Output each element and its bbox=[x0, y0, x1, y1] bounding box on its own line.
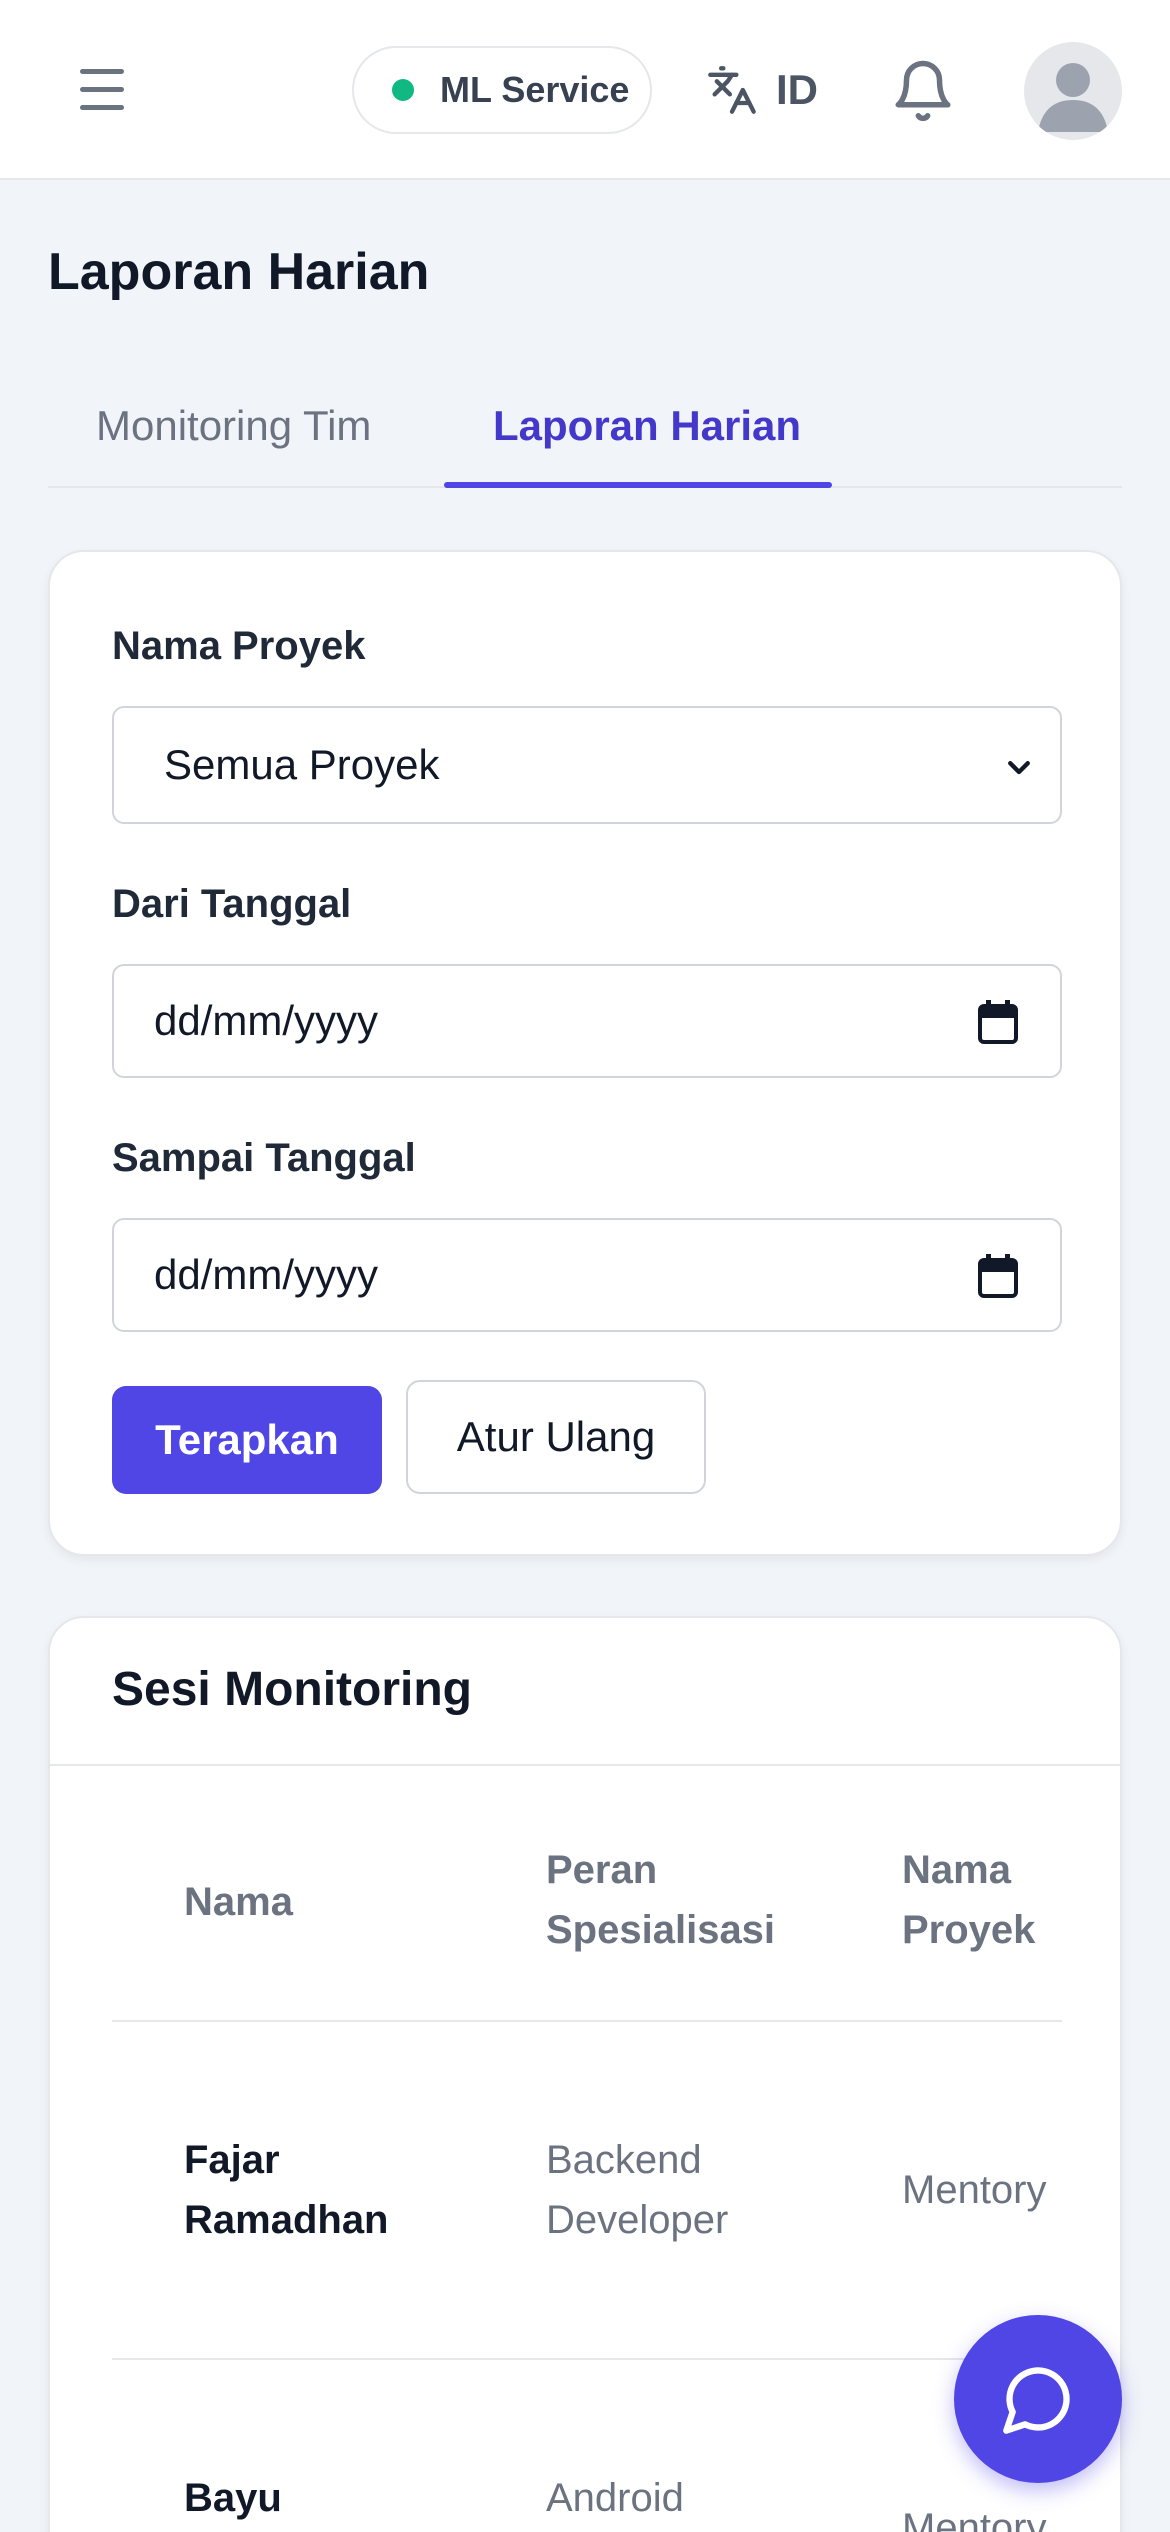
name-line2: Ramadhan bbox=[184, 2198, 389, 2242]
table-row-project: Mentory bbox=[902, 2506, 1047, 2532]
name-line1: Bayu bbox=[184, 2476, 282, 2520]
project-label: Nama Proyek bbox=[112, 624, 366, 668]
name-line1: Fajar bbox=[184, 2138, 280, 2182]
from-date-placeholder: dd/mm/yyyy bbox=[154, 997, 379, 1044]
notifications-button[interactable] bbox=[890, 58, 956, 124]
table-row-role: Backend Developer bbox=[546, 2130, 728, 2250]
tab-laporan-harian[interactable]: Laporan Harian bbox=[493, 402, 801, 450]
project-select[interactable]: Semua Proyek bbox=[112, 706, 1062, 824]
menu-icon[interactable] bbox=[70, 62, 134, 118]
column-header-project-line2: Proyek bbox=[902, 1908, 1036, 1952]
role-line1: Android bbox=[546, 2476, 684, 2520]
table-row-divider bbox=[112, 2358, 1062, 2360]
table-row-name: Fajar Ramadhan bbox=[184, 2130, 389, 2250]
chat-button[interactable] bbox=[954, 2315, 1122, 2483]
user-avatar-icon bbox=[1038, 63, 1108, 132]
chat-bubble-icon bbox=[1003, 2367, 1070, 2434]
to-date-input[interactable]: dd/mm/yyyy bbox=[112, 1218, 1062, 1332]
tab-monitoring-tim[interactable]: Monitoring Tim bbox=[96, 402, 371, 450]
filter-card: Nama Proyek Semua Proyek Dari Tanggal dd… bbox=[48, 550, 1122, 1556]
table-row-name: Bayu bbox=[184, 2468, 282, 2528]
page-title: Laporan Harian bbox=[48, 243, 430, 301]
tab-bar: Monitoring Tim Laporan Harian bbox=[48, 382, 1122, 488]
translate-icon bbox=[708, 66, 756, 114]
column-header-name: Nama bbox=[184, 1880, 293, 1924]
bell-icon bbox=[895, 60, 951, 122]
column-header-role-line2: Spesialisasi bbox=[546, 1908, 776, 1952]
column-header-project-line1: Nama bbox=[902, 1848, 1011, 1892]
role-line1: Backend bbox=[546, 2138, 702, 2182]
column-header-project: Nama Proyek bbox=[902, 1840, 1035, 1960]
to-date-label: Sampai Tanggal bbox=[112, 1136, 416, 1180]
calendar-icon[interactable] bbox=[978, 1000, 1018, 1044]
top-header: ML Service ID bbox=[0, 0, 1170, 180]
avatar[interactable] bbox=[1024, 42, 1122, 140]
reset-button[interactable]: Atur Ulang bbox=[406, 1380, 706, 1494]
role-line2: Developer bbox=[546, 2198, 729, 2242]
active-tab-indicator bbox=[444, 482, 832, 488]
divider bbox=[50, 1764, 1120, 1766]
ml-service-label: ML Service bbox=[440, 69, 630, 110]
sessions-title: Sesi Monitoring bbox=[112, 1663, 472, 1716]
project-select-value: Semua Proyek bbox=[164, 741, 440, 788]
ml-service-status[interactable]: ML Service bbox=[352, 46, 652, 134]
language-switcher[interactable]: ID bbox=[706, 60, 818, 120]
language-label: ID bbox=[776, 66, 818, 113]
table-row-role: Android bbox=[546, 2468, 684, 2528]
table-header-divider bbox=[112, 2020, 1062, 2022]
calendar-icon[interactable] bbox=[978, 1254, 1018, 1298]
to-date-placeholder: dd/mm/yyyy bbox=[154, 1251, 379, 1298]
table-row-project: Mentory bbox=[902, 2168, 1047, 2212]
chevron-down-icon bbox=[1008, 761, 1030, 775]
column-header-role-line1: Peran bbox=[546, 1848, 658, 1892]
column-header-role: Peran Spesialisasi bbox=[546, 1840, 775, 1960]
from-date-input[interactable]: dd/mm/yyyy bbox=[112, 964, 1062, 1078]
status-dot-icon bbox=[392, 79, 414, 101]
from-date-label: Dari Tanggal bbox=[112, 882, 352, 926]
apply-button[interactable]: Terapkan bbox=[112, 1386, 382, 1494]
